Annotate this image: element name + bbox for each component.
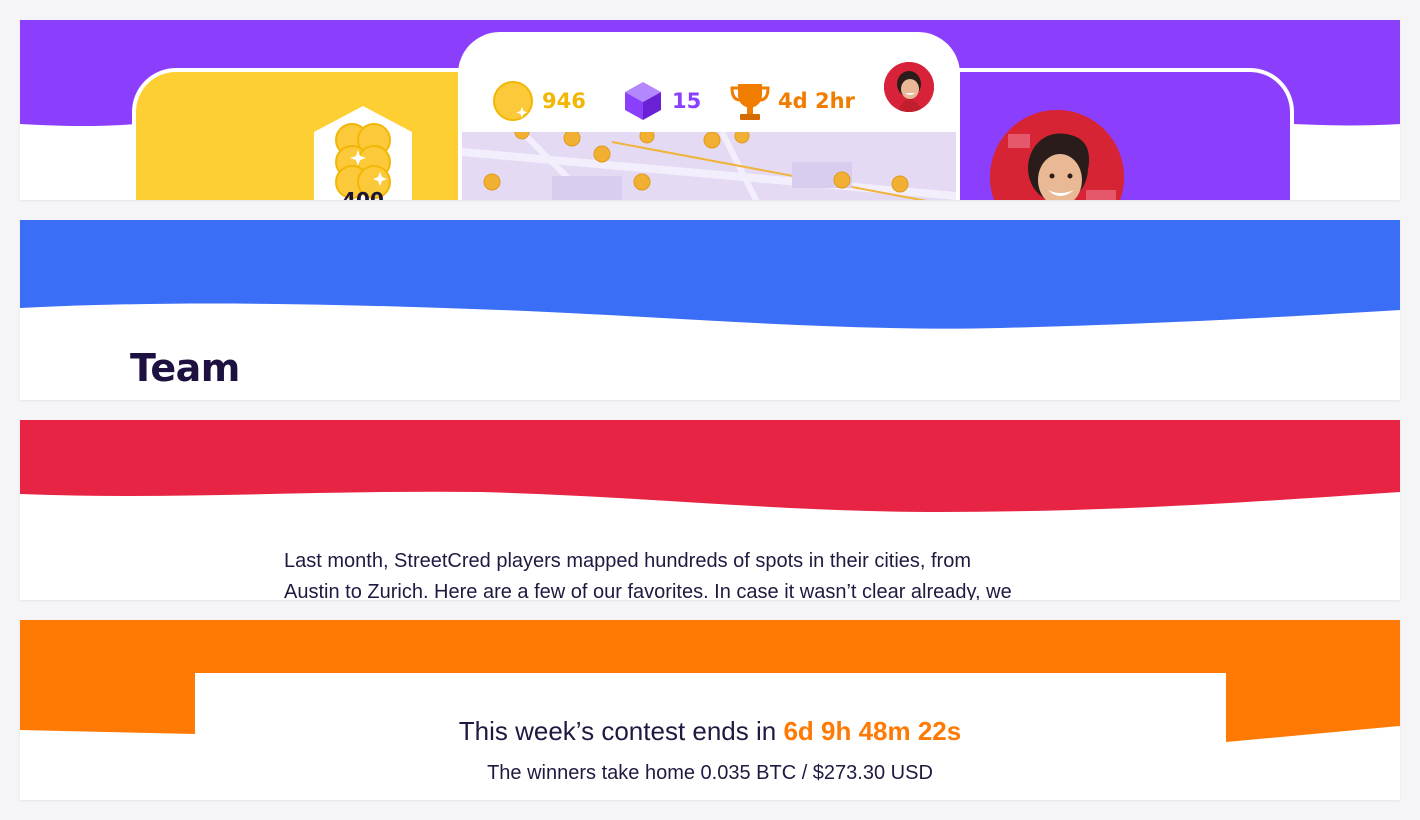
contest-prefix: This week’s contest ends in (458, 716, 784, 746)
time-remaining: 4d 2hr (778, 89, 855, 113)
game-phone-screen: 946 15 4d 2hr (458, 32, 960, 200)
map-canvas (462, 132, 956, 200)
cube-icon (625, 82, 661, 120)
coins-card (132, 68, 480, 200)
hero-panel: 400 946 15 4d 2hr (20, 20, 1400, 200)
trophy-icon (730, 84, 770, 120)
countdown-timer: 6d 9h 48m 22s (783, 716, 962, 746)
avatar[interactable] (884, 62, 934, 112)
map-view[interactable] (462, 132, 956, 200)
coin-count: 946 (542, 89, 586, 113)
story-panel: Last month, StreetCred players mapped hu… (20, 420, 1400, 600)
story-text: Last month, StreetCred players mapped hu… (284, 546, 1134, 600)
coin-icon (493, 81, 533, 121)
prize-text: The winners take home 0.035 BTC / $273.3… (487, 762, 933, 784)
contest-panel: This week’s contest ends in 6d 9h 48m 22… (20, 620, 1400, 800)
coins-icon (335, 123, 391, 199)
cube-count: 15 (672, 89, 702, 113)
trophy-stat: 4d 2hr (730, 80, 855, 122)
coin-stat: 946 (492, 80, 586, 122)
section-title: Team (130, 346, 240, 390)
story-line-1: Last month, StreetCred players mapped hu… (284, 550, 972, 572)
contest-countdown-line: This week’s contest ends in 6d 9h 48m 22… (20, 716, 1400, 747)
coins-badge (314, 106, 412, 200)
team-panel: Team (20, 220, 1400, 400)
status-bar: 946 15 4d 2hr (458, 32, 960, 132)
story-line-2: Austin to Zurich. Here are a few of our … (284, 581, 1012, 600)
cube-stat: 15 (622, 80, 701, 122)
badge-number: 400 (342, 188, 384, 200)
